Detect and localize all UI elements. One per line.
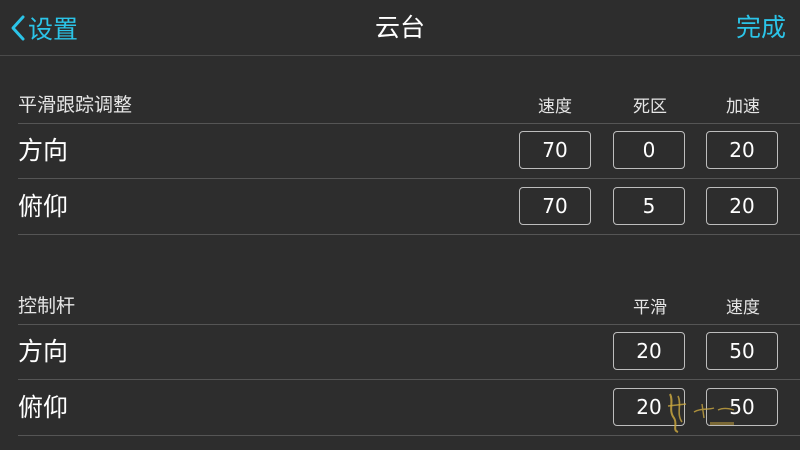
tilt-deadzone-input[interactable]: 5 — [613, 187, 685, 225]
nav-bar: 设置 云台 完成 — [0, 0, 800, 56]
joystick-row-tilt: 俯仰 20 50 — [18, 380, 800, 436]
tilt-speed-input[interactable]: 70 — [519, 187, 591, 225]
joystick-tilt-smoothing-input[interactable]: 20 — [613, 388, 685, 426]
pan-speed-input[interactable]: 70 — [519, 131, 591, 169]
pan-acceleration-input[interactable]: 20 — [706, 131, 778, 169]
row-label-joystick-pan: 方向 — [18, 337, 69, 366]
done-button[interactable]: 完成 — [736, 10, 786, 46]
joystick-row-pan: 方向 20 50 — [18, 324, 800, 380]
joystick-pan-speed-input[interactable]: 50 — [706, 332, 778, 370]
row-label-joystick-tilt: 俯仰 — [18, 393, 69, 422]
tilt-acceleration-input[interactable]: 20 — [706, 187, 778, 225]
column-label-acceleration: 加速 — [726, 97, 760, 117]
joystick-tilt-speed-input[interactable]: 50 — [706, 388, 778, 426]
column-label-speed: 速度 — [538, 97, 572, 117]
smooth-track-row-pan: 方向 70 0 20 — [18, 123, 800, 179]
column-label-joystick-speed: 速度 — [726, 298, 760, 318]
column-label-deadzone: 死区 — [633, 97, 667, 117]
section-title-joystick: 控制杆 — [18, 295, 76, 317]
row-label-pan: 方向 — [18, 136, 69, 165]
page-title: 云台 — [374, 13, 425, 42]
column-label-smoothing: 平滑 — [633, 298, 667, 318]
section-title-smooth-track: 平滑跟踪调整 — [18, 94, 133, 116]
section-header-joystick: 控制杆 平滑 速度 — [18, 280, 800, 325]
smooth-track-row-tilt: 俯仰 70 5 20 — [18, 179, 800, 235]
joystick-pan-smoothing-input[interactable]: 20 — [613, 332, 685, 370]
pan-deadzone-input[interactable]: 0 — [613, 131, 685, 169]
section-header-smooth-track: 平滑跟踪调整 速度 死区 加速 — [18, 79, 800, 124]
row-label-tilt: 俯仰 — [18, 192, 69, 221]
